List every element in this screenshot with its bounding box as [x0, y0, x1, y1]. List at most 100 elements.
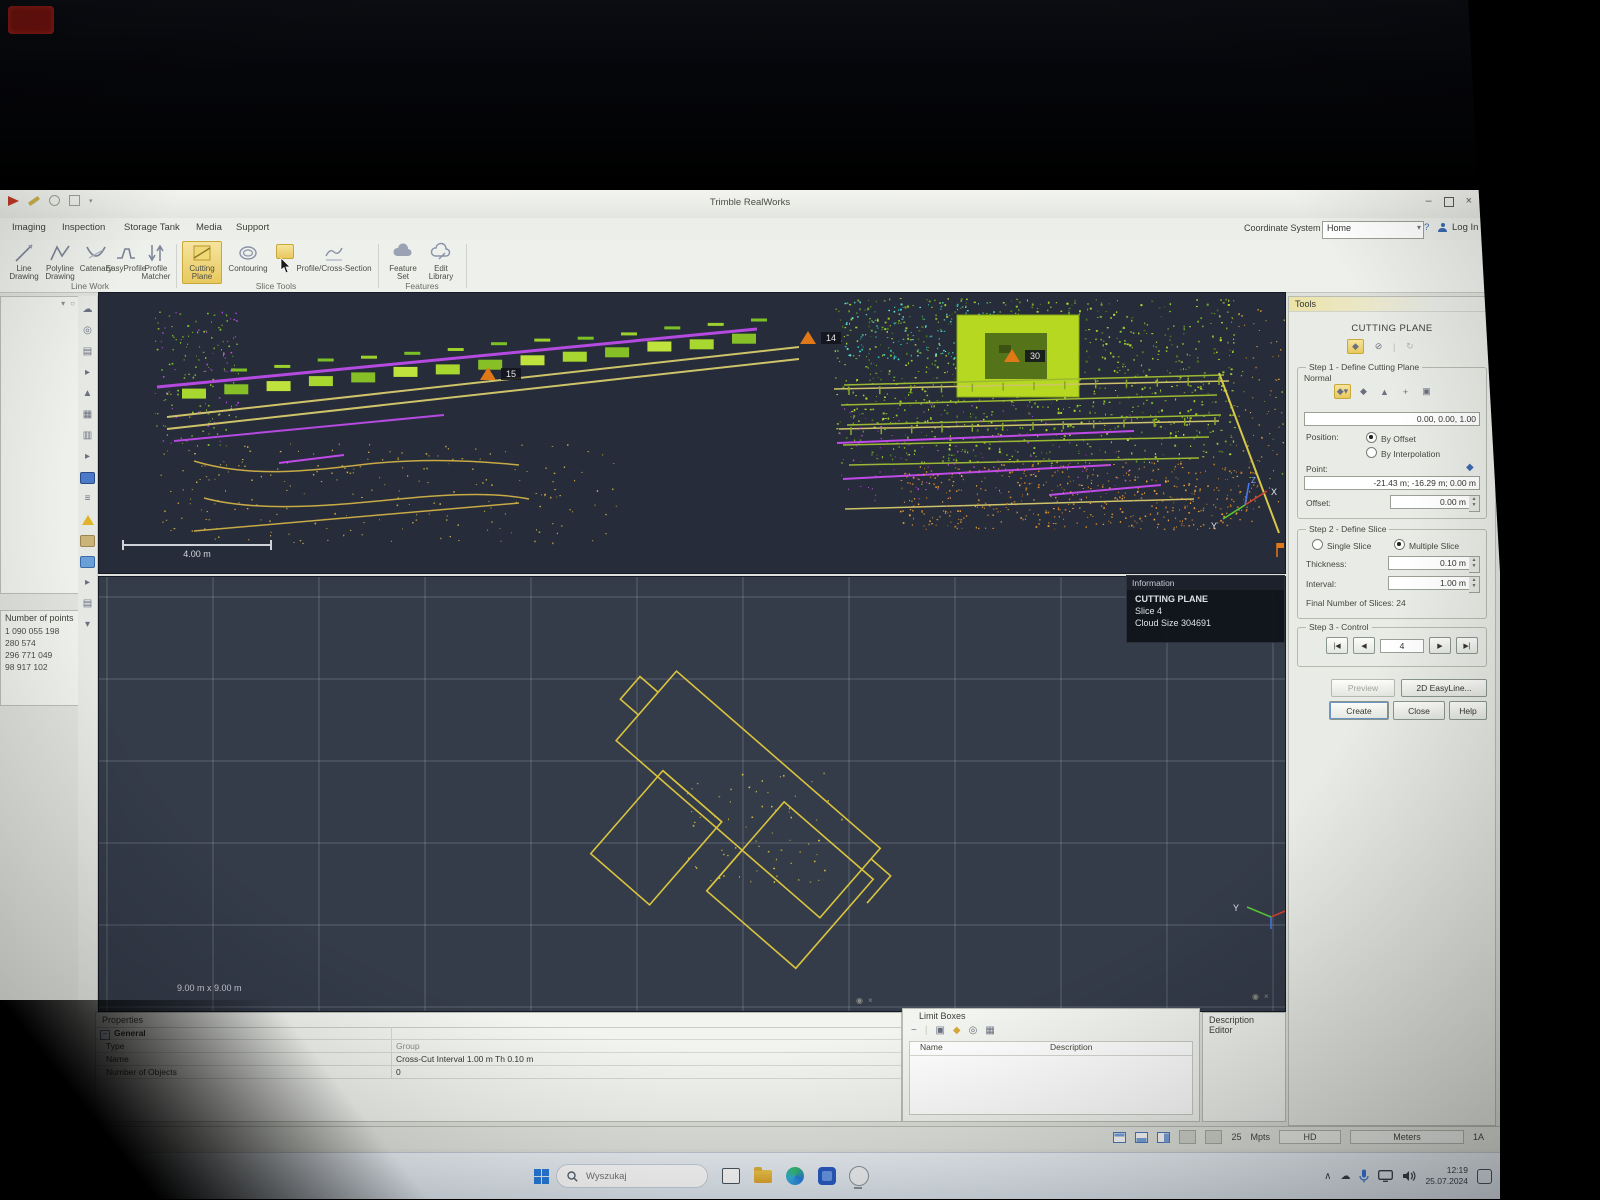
list-icon[interactable]: ≡	[80, 491, 95, 506]
tab-storage-tank[interactable]: Storage Tank	[124, 222, 180, 233]
pick-point-icon[interactable]: ◆	[1466, 462, 1474, 473]
single-slice-radio[interactable]: Single Slice	[1312, 539, 1371, 551]
collapse-icon[interactable]: −	[100, 1030, 110, 1040]
contouring-button[interactable]: Contouring	[226, 242, 270, 273]
easyline-button[interactable]: 2D EasyLine...	[1401, 679, 1487, 697]
speaker-icon[interactable]	[1402, 1170, 1416, 1182]
polyline-drawing-button[interactable]: Polyline Drawing	[42, 242, 78, 282]
sand-tool-icon[interactable]	[80, 533, 95, 548]
taskbar-search[interactable]	[556, 1164, 708, 1188]
normal-cross-icon[interactable]: +	[1397, 384, 1414, 399]
edge-browser-icon[interactable]	[782, 1163, 808, 1189]
interval-spinner[interactable]: ▲▼	[1469, 576, 1480, 593]
pin-icon[interactable]: ▾	[61, 299, 65, 308]
next-slice-button[interactable]: ▶	[1429, 637, 1451, 654]
property-row-general[interactable]: −General	[96, 1027, 901, 1040]
notification-icon[interactable]	[1477, 1169, 1492, 1184]
close-icon[interactable]: ×	[868, 996, 873, 1005]
first-slice-button[interactable]: |◀	[1326, 637, 1348, 654]
layout-single-icon[interactable]	[1113, 1132, 1126, 1143]
display-icon[interactable]	[1378, 1170, 1393, 1182]
toggle-icon[interactable]	[1179, 1130, 1196, 1144]
station-view-icon[interactable]	[80, 470, 95, 485]
minus-icon[interactable]: −	[911, 1025, 917, 1036]
interval-input[interactable]	[1388, 576, 1470, 590]
expand-icon[interactable]: ▸	[80, 449, 95, 464]
disable-plane-icon[interactable]: ⊘	[1370, 339, 1387, 354]
render-mode-icon[interactable]: ☁	[80, 302, 95, 317]
grid-icon[interactable]: ▦	[80, 407, 95, 422]
multiple-slice-radio[interactable]: Multiple Slice	[1394, 539, 1459, 551]
maximize-button[interactable]	[1444, 197, 1454, 207]
limit-box-tool-icon[interactable]	[80, 554, 95, 569]
hand-icon[interactable]: ◎	[969, 1025, 978, 1036]
tab-inspection[interactable]: Inspection	[62, 222, 105, 233]
detach-icon[interactable]: ○	[70, 299, 75, 308]
status-units[interactable]: Meters	[1350, 1130, 1464, 1144]
edit-library-button[interactable]: Edit Library	[424, 242, 458, 282]
coordinate-system-select[interactable]: Home ▾	[1322, 221, 1424, 239]
folder-icon[interactable]: ◆	[953, 1025, 961, 1036]
expand-icon[interactable]: ▸	[80, 575, 95, 590]
reset-plane-icon[interactable]: ↻	[1401, 339, 1418, 354]
by-interpolation-radio[interactable]: By Interpolation	[1366, 447, 1440, 459]
lock-icon[interactable]: ▣	[935, 1025, 944, 1036]
rows-icon[interactable]: ▥	[80, 428, 95, 443]
minimize-button[interactable]: –	[1425, 195, 1431, 207]
current-slice-input[interactable]	[1380, 639, 1424, 653]
target-icon[interactable]: ◎	[80, 323, 95, 338]
photos-app-icon[interactable]	[814, 1163, 840, 1189]
help-icon[interactable]: ?	[1424, 222, 1429, 233]
layout-split-v-icon[interactable]	[1157, 1132, 1170, 1143]
file-explorer-icon[interactable]	[750, 1163, 776, 1189]
cutting-plane-button[interactable]: Cutting Plane	[182, 241, 222, 284]
clock[interactable]: 12:19 25.07.2024	[1425, 1165, 1468, 1186]
create-button[interactable]: Create	[1329, 701, 1389, 720]
feature-set-button[interactable]: Feature Set	[386, 242, 420, 282]
box-icon[interactable]: ▦	[985, 1025, 994, 1036]
normal-vector-input[interactable]	[1304, 412, 1480, 426]
warning-tool-icon[interactable]	[80, 512, 95, 527]
normal-fit-icon[interactable]: ▲	[1376, 384, 1393, 399]
tab-support[interactable]: Support	[236, 222, 269, 233]
annotation-marker[interactable]: 15	[480, 367, 521, 380]
close-icon[interactable]: ×	[1264, 992, 1269, 1001]
by-offset-radio[interactable]: By Offset	[1366, 432, 1416, 444]
toggle-icon[interactable]	[1205, 1130, 1222, 1144]
table-icon[interactable]: ▤	[80, 596, 95, 611]
property-row-type[interactable]: TypeGroup	[96, 1040, 901, 1053]
detach-icon[interactable]: ◉	[1252, 992, 1259, 1001]
2d-view-bottom[interactable]: X Y 9.00 m x 9.00 m	[98, 576, 1286, 1012]
tab-imaging[interactable]: Imaging	[12, 222, 46, 233]
thickness-input[interactable]	[1388, 556, 1470, 570]
last-slice-button[interactable]: ▶|	[1456, 637, 1478, 654]
close-button[interactable]: Close	[1393, 701, 1445, 720]
annotation-marker[interactable]: 30	[1004, 349, 1045, 362]
offset-input[interactable]	[1390, 495, 1470, 509]
layout-split-h-icon[interactable]	[1135, 1132, 1148, 1143]
slice-tool-mini-button[interactable]	[276, 244, 294, 259]
annotation-marker[interactable]: 14	[800, 331, 841, 344]
layers-icon[interactable]: ▤	[80, 344, 95, 359]
start-button[interactable]	[528, 1163, 554, 1189]
login-button[interactable]: Log In	[1452, 222, 1478, 233]
chevron-up-icon[interactable]: ∧	[1324, 1171, 1331, 1182]
preview-button[interactable]: Preview	[1331, 679, 1395, 697]
search-input[interactable]	[584, 1170, 688, 1183]
profile-cross-section-button[interactable]: Profile/Cross-Section	[296, 242, 372, 273]
expand-icon[interactable]: ▸	[80, 365, 95, 380]
normal-screen-icon[interactable]: ▣	[1418, 384, 1435, 399]
point-input[interactable]	[1304, 476, 1480, 490]
teams-app-icon[interactable]	[846, 1163, 872, 1189]
thickness-spinner[interactable]: ▲▼	[1469, 556, 1480, 573]
draw-plane-icon[interactable]: ◆	[1347, 339, 1364, 354]
task-view-icon[interactable]	[718, 1163, 744, 1189]
view-orientation-icon[interactable]: ▲	[80, 386, 95, 401]
microphone-icon[interactable]	[1359, 1169, 1369, 1183]
normal-pick-icon[interactable]: ◆	[1355, 384, 1372, 399]
previous-slice-button[interactable]: ◀	[1353, 637, 1375, 654]
close-button[interactable]: ×	[1466, 195, 1472, 207]
detach-icon[interactable]: ◉	[856, 996, 863, 1005]
help-button[interactable]: Help	[1449, 701, 1487, 720]
onedrive-icon[interactable]: ☁	[1340, 1171, 1350, 1182]
